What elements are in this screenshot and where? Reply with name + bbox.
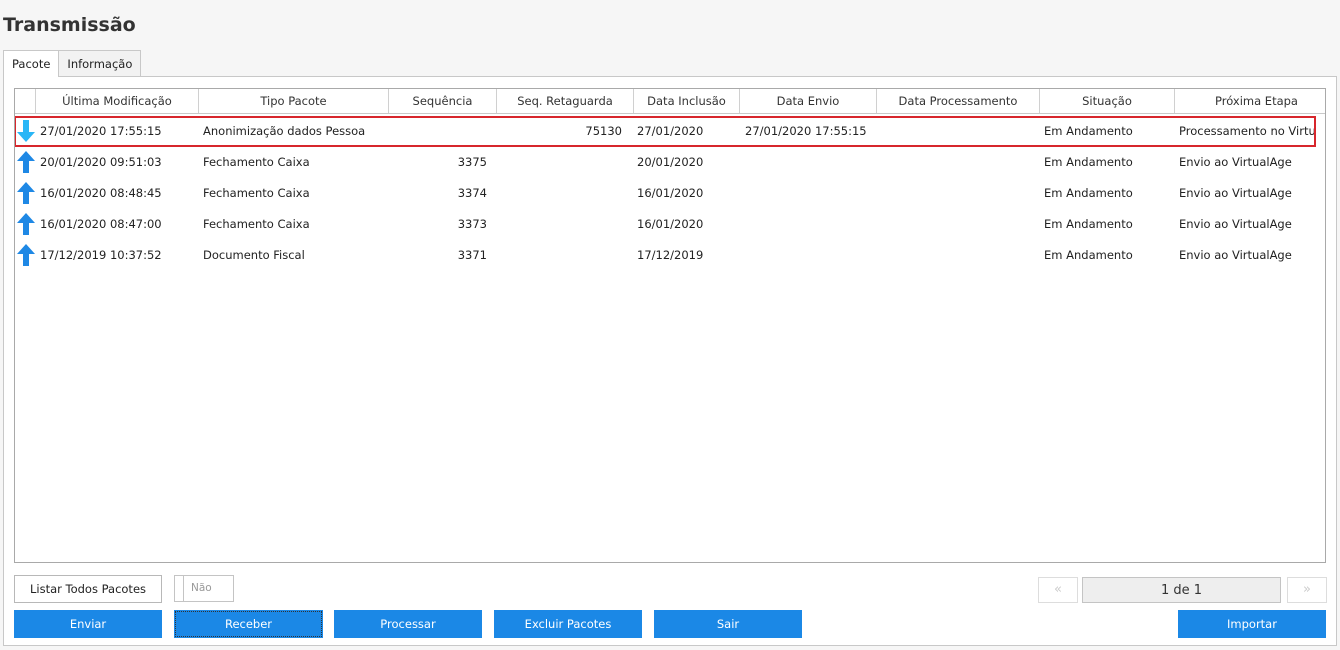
cell-seq: 3374 [457, 186, 487, 200]
table-row[interactable]: 20/01/2020 09:51:03 Fechamento Caixa 3375 2… [15, 147, 1325, 178]
cell-situacao: Em Andamento [1044, 124, 1133, 138]
cell-processamento [881, 178, 1036, 209]
packages-grid[interactable]: Última Modificação Tipo Pacote Sequência… [14, 88, 1326, 563]
sair-button[interactable]: Sair [654, 610, 802, 638]
header-indicator-cell [15, 89, 36, 113]
cell-tipo: Anonimização dados Pessoa [203, 124, 366, 138]
arrow-up-icon [15, 181, 37, 205]
table-row[interactable]: 16/01/2020 08:48:45 Fechamento Caixa 3374 1… [15, 178, 1325, 209]
cell-proxima: Processamento no VirtualAge [1179, 124, 1315, 138]
header-data-processamento[interactable]: Data Processamento [877, 89, 1040, 113]
header-situacao[interactable]: Situação [1040, 89, 1175, 113]
cell-inclusao: 20/01/2020 [637, 155, 704, 169]
cell-seq: 3371 [457, 248, 487, 262]
cell-processamento [881, 116, 1036, 147]
arrow-down-icon [15, 119, 37, 143]
table-row[interactable]: 16/01/2020 08:47:00 Fechamento Caixa 3373 1… [15, 209, 1325, 240]
cell-processamento [881, 240, 1036, 271]
cell-proxima: Envio ao VirtualAge [1179, 217, 1292, 231]
cell-inclusao: 16/01/2020 [637, 186, 704, 200]
cell-envio: 27/01/2020 17:55:15 [745, 124, 867, 138]
header-proxima-etapa[interactable]: Próxima Etapa [1175, 89, 1325, 113]
cell-processamento [881, 147, 1036, 178]
cell-seq: 3373 [457, 217, 487, 231]
cell-proxima: Envio ao VirtualAge [1179, 248, 1292, 262]
listar-todos-toggle[interactable]: Não [174, 575, 234, 602]
cell-situacao: Em Andamento [1044, 248, 1133, 262]
toggle-knob [175, 576, 184, 601]
processar-button[interactable]: Processar [334, 610, 482, 638]
tab-pacote[interactable]: Pacote [3, 50, 60, 77]
table-row[interactable]: 27/01/2020 17:55:15 Anonimização dados Pe… [15, 116, 1325, 147]
pager-next-button[interactable]: » [1287, 577, 1327, 603]
cell-seqret: 75130 [585, 124, 622, 138]
cell-tipo: Documento Fiscal [203, 248, 305, 262]
cell-seq [389, 116, 487, 147]
listar-todos-pacotes-button[interactable]: Listar Todos Pacotes [14, 575, 162, 603]
header-tipo-pacote[interactable]: Tipo Pacote [199, 89, 389, 113]
grid-header: Última Modificação Tipo Pacote Sequência… [15, 89, 1325, 114]
header-data-inclusao[interactable]: Data Inclusão [634, 89, 740, 113]
tab-informacao[interactable]: Informação [58, 50, 142, 76]
cell-situacao: Em Andamento [1044, 155, 1133, 169]
cell-envio [745, 147, 875, 178]
cell-ultima: 27/01/2020 17:55:15 [40, 124, 162, 138]
pager-indicator: 1 de 1 [1082, 577, 1281, 603]
page-title: Transmissão [3, 14, 136, 36]
cell-envio [745, 209, 875, 240]
cell-situacao: Em Andamento [1044, 186, 1133, 200]
cell-seqret [497, 240, 622, 271]
toggle-label: Não [191, 582, 212, 594]
cell-proxima: Envio ao VirtualAge [1179, 186, 1292, 200]
cell-ultima: 17/12/2019 10:37:52 [40, 248, 162, 262]
cell-seq: 3375 [457, 155, 487, 169]
arrow-up-icon [15, 243, 37, 267]
cell-ultima: 16/01/2020 08:48:45 [40, 186, 162, 200]
header-sequencia[interactable]: Sequência [389, 89, 497, 113]
cell-envio [745, 240, 875, 271]
cell-ultima: 20/01/2020 09:51:03 [40, 155, 162, 169]
excluir-pacotes-button[interactable]: Excluir Pacotes [494, 610, 642, 638]
receber-button[interactable]: Receber [174, 610, 323, 638]
header-seq-retaguarda[interactable]: Seq. Retaguarda [497, 89, 634, 113]
tab-bar: Pacote Informação [3, 50, 142, 77]
cell-tipo: Fechamento Caixa [203, 186, 310, 200]
tab-panel: Última Modificação Tipo Pacote Sequência… [3, 76, 1337, 646]
cell-proxima: Envio ao VirtualAge [1179, 155, 1292, 169]
header-data-envio[interactable]: Data Envio [740, 89, 877, 113]
cell-seqret [497, 178, 622, 209]
header-ultima-modificacao[interactable]: Última Modificação [36, 89, 199, 113]
cell-tipo: Fechamento Caixa [203, 155, 310, 169]
cell-seqret [497, 209, 622, 240]
cell-inclusao: 16/01/2020 [637, 217, 704, 231]
cell-seqret [497, 147, 622, 178]
cell-tipo: Fechamento Caixa [203, 217, 310, 231]
cell-inclusao: 17/12/2019 [637, 248, 704, 262]
arrow-up-icon [15, 150, 37, 174]
cell-situacao: Em Andamento [1044, 217, 1133, 231]
importar-button[interactable]: Importar [1178, 610, 1326, 638]
table-row[interactable]: 17/12/2019 10:37:52 Documento Fiscal 3371 1… [15, 240, 1325, 271]
cell-envio [745, 178, 875, 209]
cell-ultima: 16/01/2020 08:47:00 [40, 217, 162, 231]
cell-inclusao: 27/01/2020 [637, 124, 704, 138]
pager-prev-button[interactable]: « [1038, 577, 1078, 603]
enviar-button[interactable]: Enviar [14, 610, 162, 638]
cell-processamento [881, 209, 1036, 240]
arrow-up-icon [15, 212, 37, 236]
